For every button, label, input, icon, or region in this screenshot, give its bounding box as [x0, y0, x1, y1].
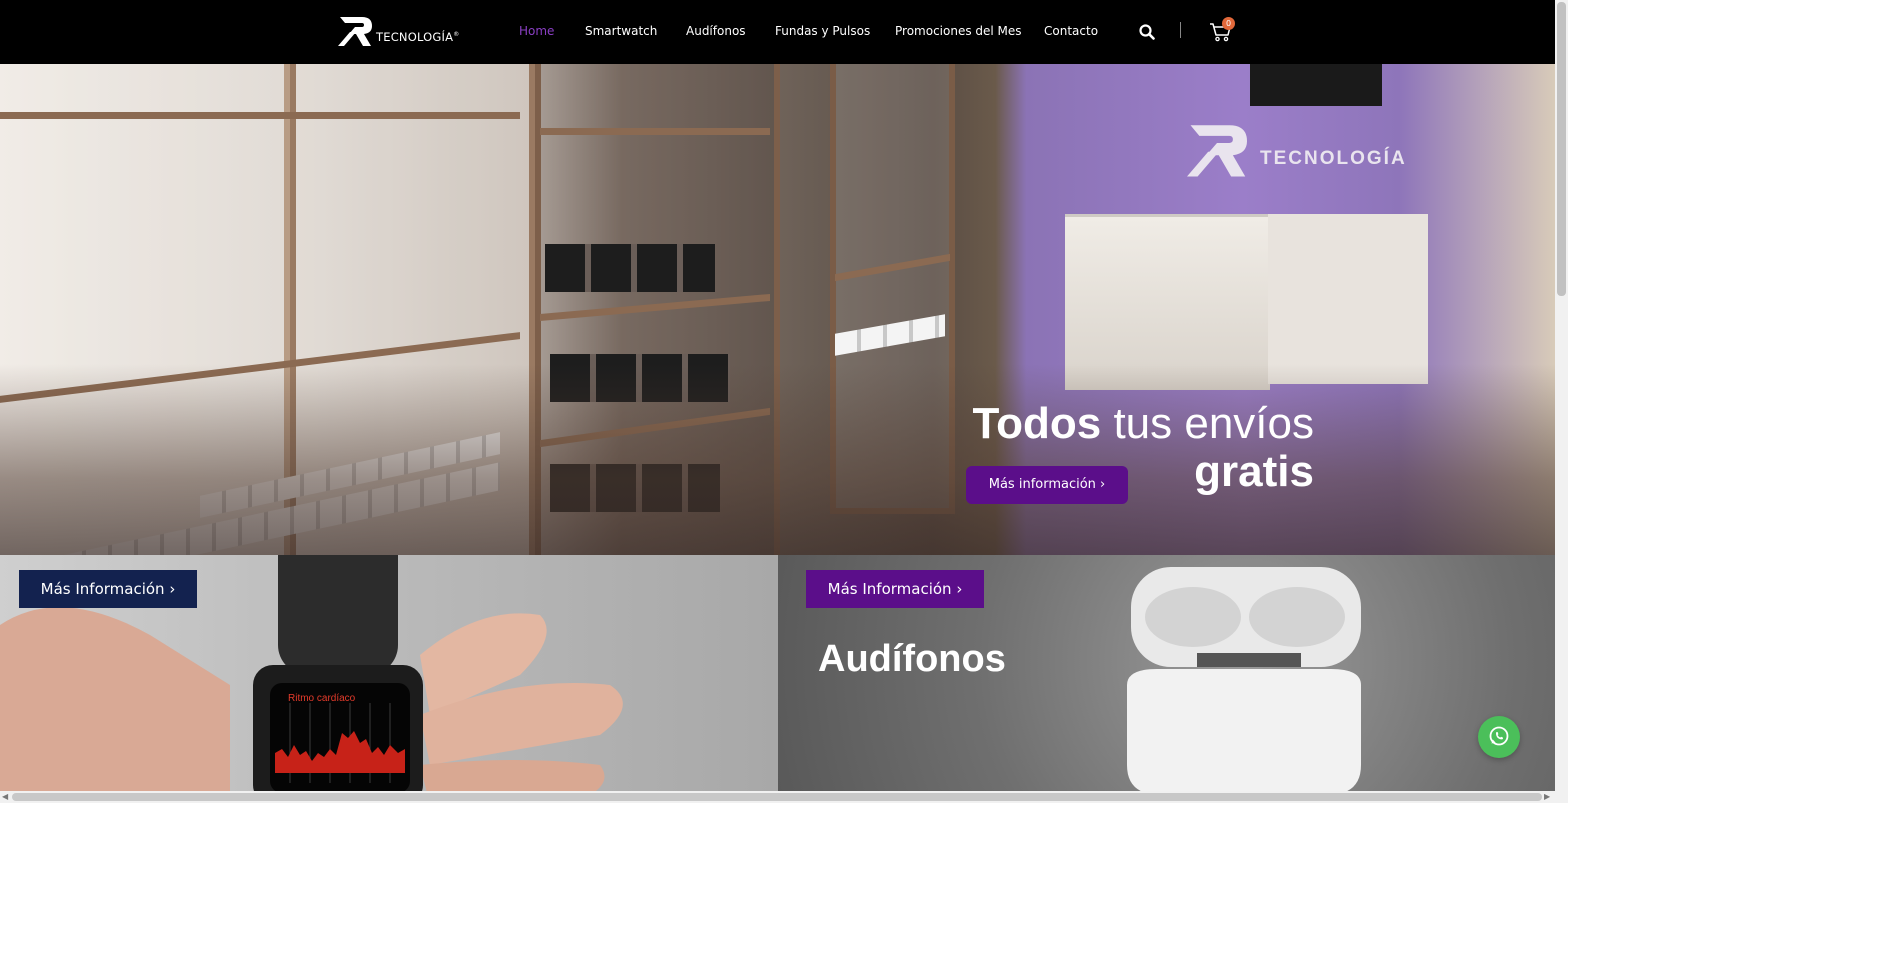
- vertical-scrollbar-thumb[interactable]: [1557, 2, 1566, 296]
- cart-count-badge: 0: [1222, 17, 1235, 30]
- logo-mark-icon: [338, 17, 372, 46]
- shelf: [540, 128, 770, 135]
- shelf: [0, 112, 520, 119]
- whatsapp-button[interactable]: [1478, 716, 1520, 758]
- watch-screen: Ritmo cardíaco: [270, 683, 410, 791]
- wall-logo-text: TECNOLOGÍA: [1260, 148, 1407, 169]
- nav-item-promociones[interactable]: Promociones del Mes: [895, 24, 1022, 38]
- hero-banner: TECNOLOGÍA: [0, 64, 1555, 555]
- hero-title-rest: tus envíos: [1101, 399, 1314, 448]
- whatsapp-icon: [1489, 726, 1509, 746]
- hero-more-info-button[interactable]: Más información ›: [966, 466, 1128, 504]
- nav-item-smartwatch[interactable]: Smartwatch: [585, 24, 657, 38]
- wall-tv: [1250, 64, 1382, 106]
- nav-item-fundas-pulsos[interactable]: Fundas y Pulsos: [775, 24, 870, 38]
- headphone-boxes: [545, 244, 715, 292]
- audifonos-more-info-button[interactable]: Más Información ›: [806, 570, 984, 608]
- scroll-left-arrow-icon[interactable]: ◀: [2, 792, 8, 801]
- hero-title-bold: Todos: [972, 399, 1102, 448]
- nav-divider: [1180, 22, 1181, 38]
- store-counter-side: [1268, 214, 1428, 384]
- store-floor: [0, 364, 1555, 555]
- heart-rate-graph: [275, 703, 405, 783]
- logo[interactable]: TECNOLOGÍA®: [336, 14, 466, 50]
- wall-logo-mark: [1182, 120, 1252, 188]
- airpods-case-image: [1127, 567, 1361, 791]
- nav-item-contacto[interactable]: Contacto: [1044, 24, 1098, 38]
- scroll-right-arrow-icon[interactable]: ▶: [1544, 792, 1550, 801]
- smartwatch-more-info-button[interactable]: Más Información ›: [19, 570, 197, 608]
- horizontal-scrollbar-thumb[interactable]: [12, 793, 1542, 801]
- nav-item-home[interactable]: Home: [519, 24, 554, 38]
- wall-logo-icon: [1187, 125, 1247, 177]
- audifonos-card-title: Audífonos: [818, 638, 1006, 680]
- site-header: TECNOLOGÍA® Home Smartwatch Audífonos Fu…: [0, 0, 1555, 64]
- nav-item-audifonos[interactable]: Audífonos: [686, 24, 746, 38]
- logo-text: TECNOLOGÍA®: [376, 30, 460, 44]
- search-icon[interactable]: [1139, 24, 1155, 40]
- watch-strap: [278, 555, 398, 675]
